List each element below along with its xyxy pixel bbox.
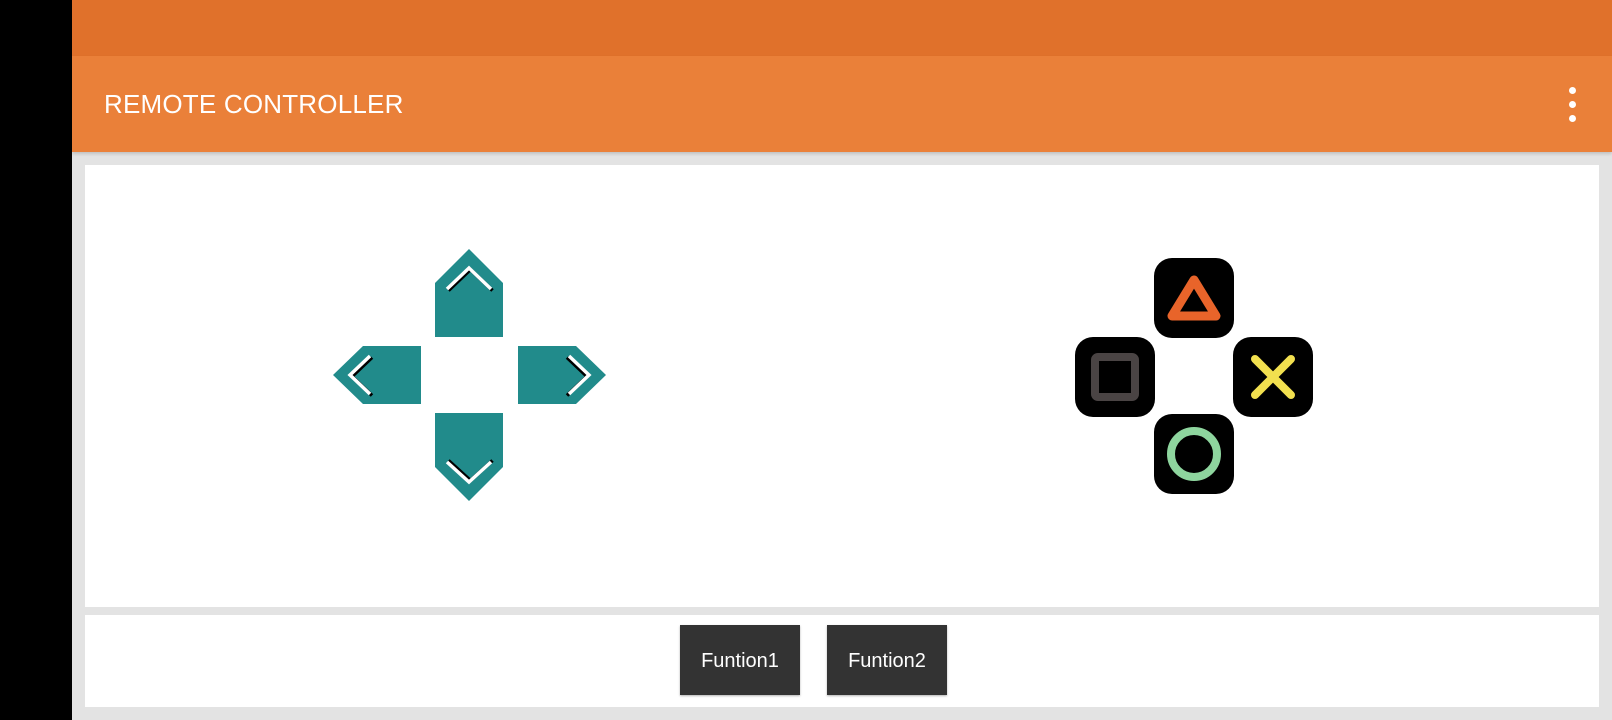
function-panel: Funtion1 Funtion2 (85, 615, 1599, 707)
function1-button[interactable]: Funtion1 (680, 625, 800, 695)
more-options-icon[interactable] (1552, 84, 1592, 124)
dpad-left-button[interactable] (332, 345, 422, 405)
cross-button[interactable] (1233, 337, 1313, 417)
circle-button[interactable] (1154, 414, 1234, 494)
status-bar (72, 0, 1612, 56)
dpad-down-button[interactable] (434, 412, 504, 502)
function2-button[interactable]: Funtion2 (827, 625, 947, 695)
square-button[interactable] (1075, 337, 1155, 417)
app-title: REMOTE CONTROLLER (104, 89, 404, 119)
dpad-right-button[interactable] (517, 345, 607, 405)
control-panel (85, 165, 1599, 607)
app-screen: REMOTE CONTROLLER Funtion1 Funtion2 (72, 0, 1612, 720)
dpad-up-button[interactable] (434, 248, 504, 338)
triangle-button[interactable] (1154, 258, 1234, 338)
app-bar: REMOTE CONTROLLER (72, 56, 1612, 152)
